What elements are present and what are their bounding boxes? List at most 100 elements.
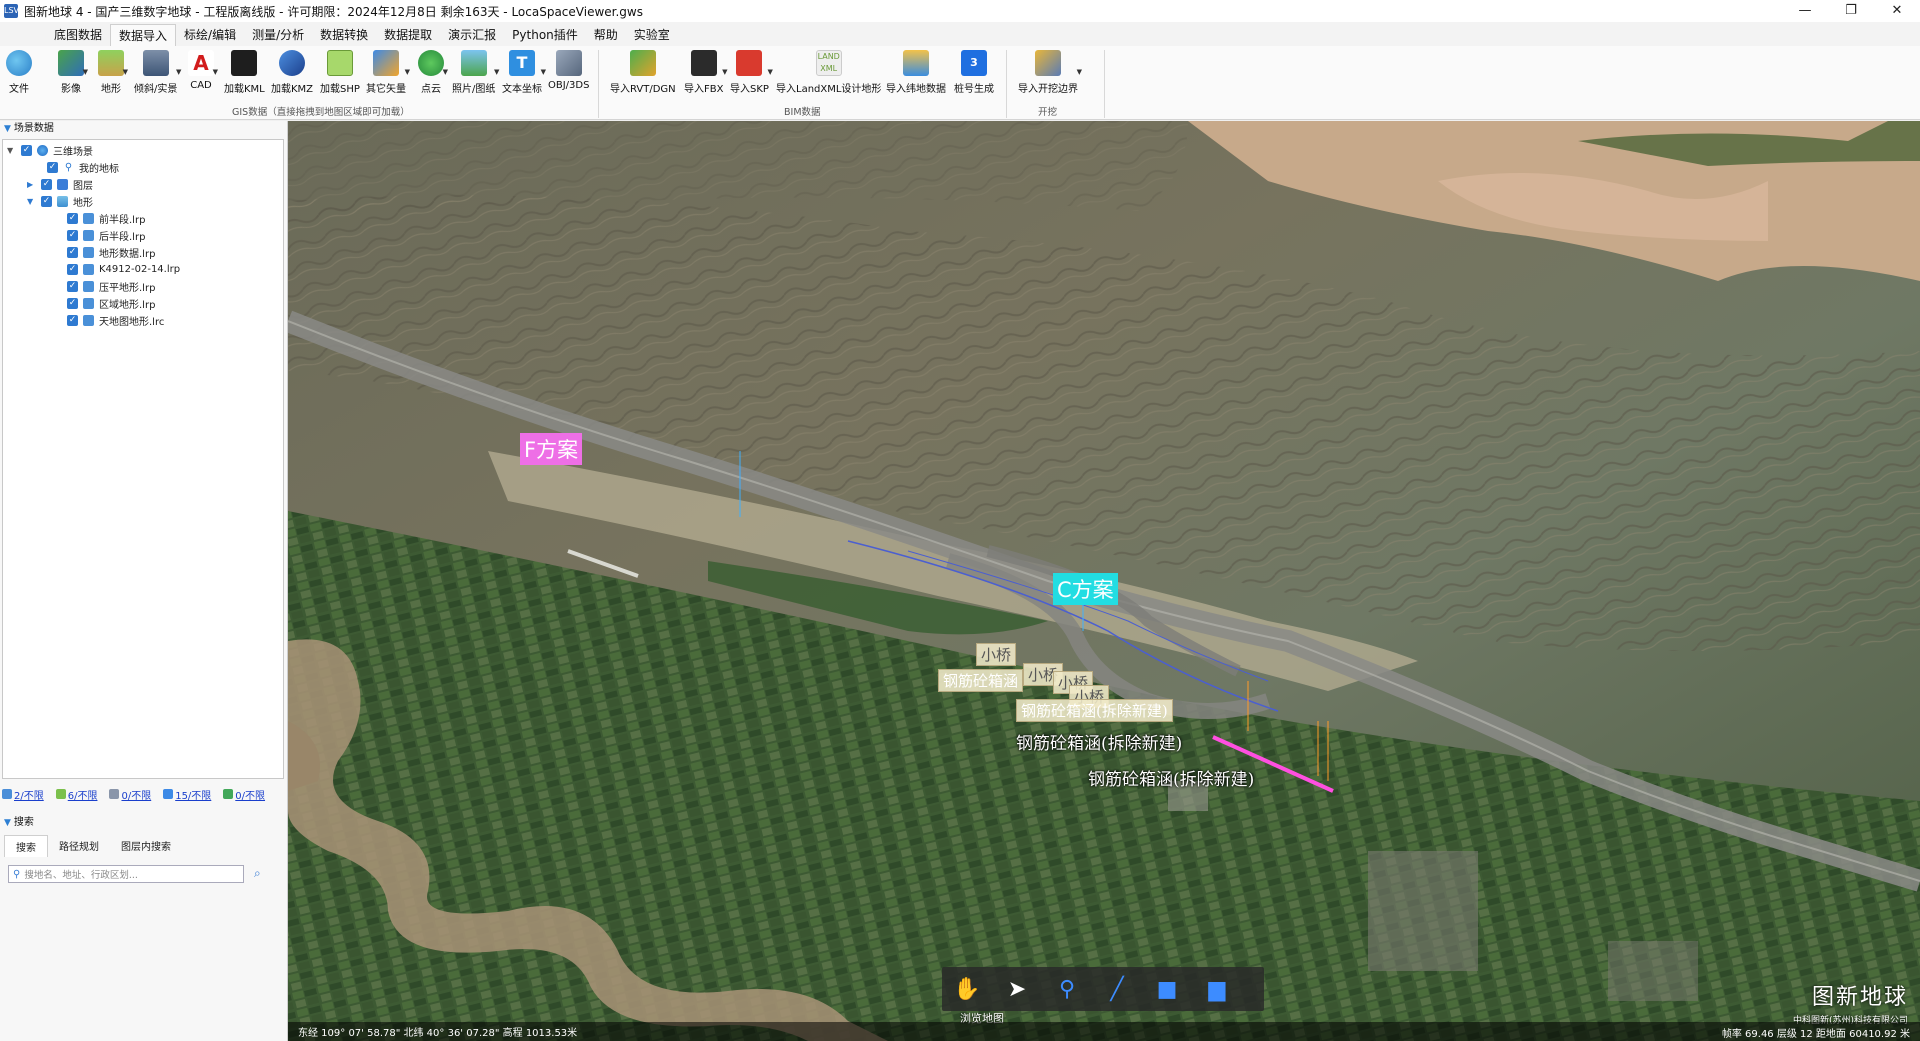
tab-layer-search[interactable]: 图层内搜索 xyxy=(110,835,182,857)
expand-arrow-icon[interactable]: ▶ xyxy=(27,180,37,189)
tree-node-terrain-item[interactable]: ✓ 地形数据.lrp xyxy=(67,244,155,260)
bridge-label[interactable]: 小桥 xyxy=(976,643,1017,666)
draw-line-icon[interactable]: ╱ xyxy=(1092,967,1142,1011)
title-bar: LSV 图新地球 4 - 国产三维数字地球 - 工程版离线版 - 许可期限：20… xyxy=(0,0,1920,22)
import-fbx-button[interactable]: 导入FBX ▼ xyxy=(684,48,727,100)
plan-f-label[interactable]: F方案 xyxy=(520,433,583,465)
checkbox[interactable]: ✓ xyxy=(67,297,78,309)
close-button[interactable]: ✕ xyxy=(1874,0,1920,22)
tab-annotate-edit[interactable]: 标绘/编辑 xyxy=(176,24,244,46)
tree-node-terrain[interactable]: ▼ ✓ 地形 xyxy=(27,193,93,209)
placemark-icon[interactable]: ⚲ xyxy=(1042,967,1092,1011)
tree-node-terrain-item[interactable]: ✓ K4912-02-14.lrp xyxy=(67,261,180,277)
text-coordinates-button[interactable]: T 文本坐标 ▼ xyxy=(502,48,546,100)
tab-help[interactable]: 帮助 xyxy=(586,24,626,46)
tree-node-root[interactable]: ▼ ✓ 三维场景 xyxy=(7,142,93,158)
culvert-label[interactable]: 钢筋砼箱涵 xyxy=(938,669,1024,692)
other-vector-button[interactable]: 其它矢量 ▼ xyxy=(366,48,410,100)
checkbox[interactable]: ✓ xyxy=(41,195,52,207)
checkbox[interactable]: ✓ xyxy=(21,144,32,156)
checkbox[interactable]: ✓ xyxy=(41,178,52,190)
imagery-icon xyxy=(58,50,84,76)
bim-group-label: BIM数据 xyxy=(784,107,821,118)
station-icon: 3 xyxy=(961,50,987,76)
tab-measure-analysis[interactable]: 测量/分析 xyxy=(244,24,312,46)
shp-map-icon xyxy=(326,50,353,76)
excavation-group-label: 开挖 xyxy=(1038,107,1058,118)
stat-oblique[interactable]: 0/不限 xyxy=(109,787,151,802)
tree-node-terrain-item[interactable]: ✓ 压平地形.lrp xyxy=(67,278,155,294)
vector-stat-icon xyxy=(163,789,174,799)
search-icon[interactable]: ⌕ xyxy=(254,866,261,881)
terrain-file-icon xyxy=(83,263,94,275)
restore-button[interactable]: ❐ xyxy=(1828,0,1874,22)
load-shp-button[interactable]: 加载SHP xyxy=(320,48,360,100)
chart-analysis-icon[interactable]: ▆ xyxy=(1192,967,1242,1011)
ribbon-separator xyxy=(1104,50,1105,118)
map-toolbar: ✋ ➤ ⚲ ╱ ■ ▆ xyxy=(942,967,1264,1011)
tab-data-extract[interactable]: 数据提取 xyxy=(376,24,440,46)
ribbon-separator xyxy=(598,50,599,118)
tab-route-planning[interactable]: 路径规划 xyxy=(48,835,110,857)
vector-icon xyxy=(373,50,399,76)
tab-search[interactable]: 搜索 xyxy=(4,835,48,857)
checkbox[interactable]: ✓ xyxy=(67,229,78,241)
import-terrain-button[interactable]: 地形 ▼ xyxy=(98,48,128,100)
obj-3ds-button[interactable]: OBJ/3DS xyxy=(548,48,589,100)
expand-arrow-icon[interactable]: ▼ xyxy=(7,146,17,155)
tab-basemap[interactable]: 底图数据 xyxy=(46,24,110,46)
import-excavation-button[interactable]: 导入开挖边界 ▼ xyxy=(1018,48,1082,100)
pan-hand-icon[interactable]: ✋ xyxy=(942,967,992,1011)
search-tabs: 搜索 路径规划 图层内搜索 xyxy=(4,835,182,857)
checkbox[interactable]: ✓ xyxy=(67,280,78,292)
load-kmz-button[interactable]: 加载KMZ xyxy=(271,48,313,100)
stat-vector[interactable]: 15/不限 xyxy=(163,787,211,802)
collapse-arrow-icon[interactable]: ▼ xyxy=(27,197,37,206)
model-icon xyxy=(555,50,582,76)
menu-bar: 底图数据 数据导入 标绘/编辑 测量/分析 数据转换 数据提取 演示汇报 Pyt… xyxy=(0,22,1920,46)
load-kml-button[interactable]: 加载KML xyxy=(224,48,265,100)
import-weidi-button[interactable]: 导入纬地数据 xyxy=(886,48,946,100)
stat-terrain[interactable]: 6/不限 xyxy=(55,787,97,802)
tree-node-terrain-item[interactable]: ✓ 后半段.lrp xyxy=(67,227,145,243)
import-skp-button[interactable]: 导入SKP ▼ xyxy=(730,48,773,100)
import-rvt-dgn-button[interactable]: 导入RVT/DGN xyxy=(610,48,676,100)
import-oblique-button[interactable]: 倾斜/实景 ▼ xyxy=(134,48,181,100)
select-pointer-icon[interactable]: ➤ xyxy=(992,967,1042,1011)
photo-drawing-button[interactable]: 照片/图纸 ▼ xyxy=(452,48,499,100)
import-landxml-button[interactable]: LAND XML 导入LandXML设计地形 xyxy=(776,48,881,100)
import-cad-button[interactable]: A CAD ▼ xyxy=(188,48,218,100)
search-input[interactable]: ⚲ 搜地名、地址、行政区划... xyxy=(8,865,244,883)
scene-data-header[interactable]: ▼ 场景数据 xyxy=(0,121,287,137)
plan-c-label[interactable]: C方案 xyxy=(1053,573,1118,605)
tab-presentation[interactable]: 演示汇报 xyxy=(440,24,504,46)
tab-data-convert[interactable]: 数据转换 xyxy=(312,24,376,46)
tree-node-my-markers[interactable]: ✓ ⚲ 我的地标 xyxy=(47,159,119,175)
tree-node-terrain-item[interactable]: ✓ 区域地形.lrp xyxy=(67,295,155,311)
import-imagery-button[interactable]: 影像 ▼ xyxy=(58,48,88,100)
file-button[interactable]: 文件 xyxy=(6,48,32,100)
checkbox[interactable]: ✓ xyxy=(67,212,78,224)
culvert-label[interactable]: 钢筋砼箱涵(拆除新建) xyxy=(1088,765,1254,790)
map-view[interactable]: F方案 C方案 小桥 小桥 小桥 小桥 钢筋砼箱涵 钢筋砼箱涵(拆除新建) 钢筋… xyxy=(288,121,1920,1041)
culvert-label[interactable]: 钢筋砼箱涵(拆除新建) xyxy=(1016,699,1173,722)
stat-pointcloud[interactable]: 0/不限 xyxy=(223,787,265,802)
tree-node-layers[interactable]: ▶ ✓ 图层 xyxy=(27,176,93,192)
tree-node-terrain-item[interactable]: ✓ 前半段.lrp xyxy=(67,210,145,226)
checkbox[interactable]: ✓ xyxy=(67,246,78,258)
tab-python-plugin[interactable]: Python插件 xyxy=(504,24,586,46)
checkbox[interactable]: ✓ xyxy=(67,263,78,275)
minimize-button[interactable]: — xyxy=(1782,0,1828,22)
stat-imagery[interactable]: 2/不限 xyxy=(2,787,44,802)
checkbox[interactable]: ✓ xyxy=(47,161,58,173)
tree-node-terrain-item[interactable]: ✓ 天地图地形.lrc xyxy=(67,312,164,328)
search-header[interactable]: ▼ 搜索 xyxy=(0,815,288,831)
checkbox[interactable]: ✓ xyxy=(67,314,78,326)
terrain-file-icon xyxy=(83,212,94,224)
culvert-label[interactable]: 钢筋砼箱涵(拆除新建) xyxy=(1016,729,1182,754)
point-cloud-button[interactable]: 点云 ▼ xyxy=(418,48,448,100)
draw-polygon-icon[interactable]: ■ xyxy=(1142,967,1192,1011)
station-generate-button[interactable]: 3 桩号生成 xyxy=(954,48,994,100)
tab-data-import[interactable]: 数据导入 xyxy=(110,24,177,46)
tab-lab[interactable]: 实验室 xyxy=(626,24,678,46)
